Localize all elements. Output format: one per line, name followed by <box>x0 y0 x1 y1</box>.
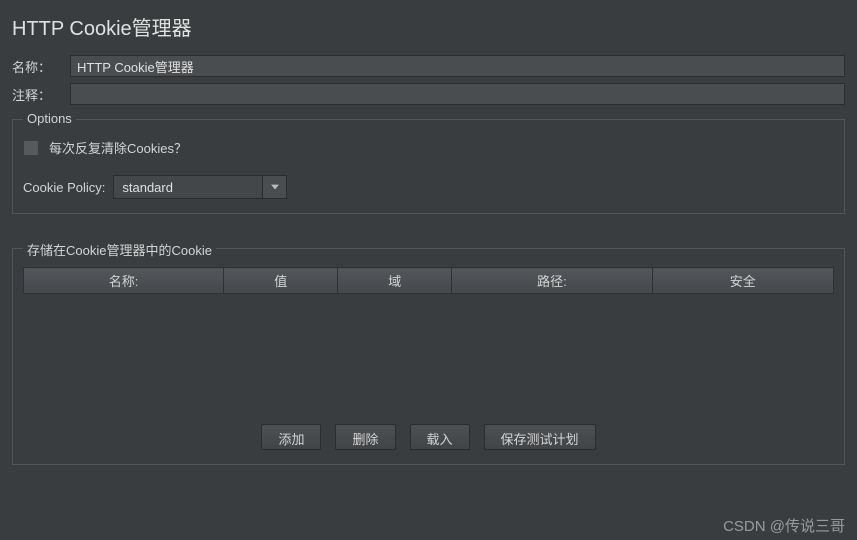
load-button[interactable]: 载入 <box>410 424 470 450</box>
col-name[interactable]: 名称: <box>24 268 224 294</box>
cookies-table: 名称: 值 域 路径: 安全 <box>23 267 834 294</box>
cookie-policy-row: Cookie Policy: standard <box>23 175 834 199</box>
stored-cookies-fieldset: 存储在Cookie管理器中的Cookie 名称: 值 域 路径: 安全 添加 删… <box>12 248 845 465</box>
watermark: CSDN @传说三哥 <box>723 515 845 536</box>
dropdown-arrow-icon <box>263 175 287 199</box>
comment-label: 注释： <box>12 85 70 104</box>
col-domain[interactable]: 域 <box>338 268 452 294</box>
options-fieldset: Options 每次反复清除Cookies？ Cookie Policy: st… <box>12 119 845 214</box>
stored-cookies-legend: 存储在Cookie管理器中的Cookie <box>23 240 216 259</box>
save-test-plan-button[interactable]: 保存测试计划 <box>484 424 596 450</box>
button-row: 添加 删除 载入 保存测试计划 <box>23 424 834 450</box>
add-button[interactable]: 添加 <box>261 424 321 450</box>
name-input[interactable] <box>70 55 845 77</box>
col-value[interactable]: 值 <box>224 268 338 294</box>
name-row: 名称： <box>12 55 845 77</box>
comment-row: 注释： <box>12 83 845 105</box>
cookies-table-body[interactable] <box>23 294 834 406</box>
options-legend: Options <box>23 111 76 126</box>
comment-input[interactable] <box>70 83 845 105</box>
cookies-table-container: 名称: 值 域 路径: 安全 <box>23 267 834 406</box>
delete-button[interactable]: 删除 <box>335 424 395 450</box>
cookie-policy-value: standard <box>113 175 263 199</box>
cookie-policy-label: Cookie Policy: <box>23 180 105 195</box>
col-path[interactable]: 路径: <box>452 268 652 294</box>
cookie-policy-select[interactable]: standard <box>113 175 287 199</box>
panel-title: HTTP Cookie管理器 <box>12 8 845 41</box>
name-label: 名称： <box>12 57 70 76</box>
clear-cookies-row: 每次反复清除Cookies？ <box>23 138 834 157</box>
clear-cookies-label: 每次反复清除Cookies？ <box>49 138 187 157</box>
col-secure[interactable]: 安全 <box>652 268 833 294</box>
clear-cookies-checkbox[interactable] <box>23 140 39 156</box>
